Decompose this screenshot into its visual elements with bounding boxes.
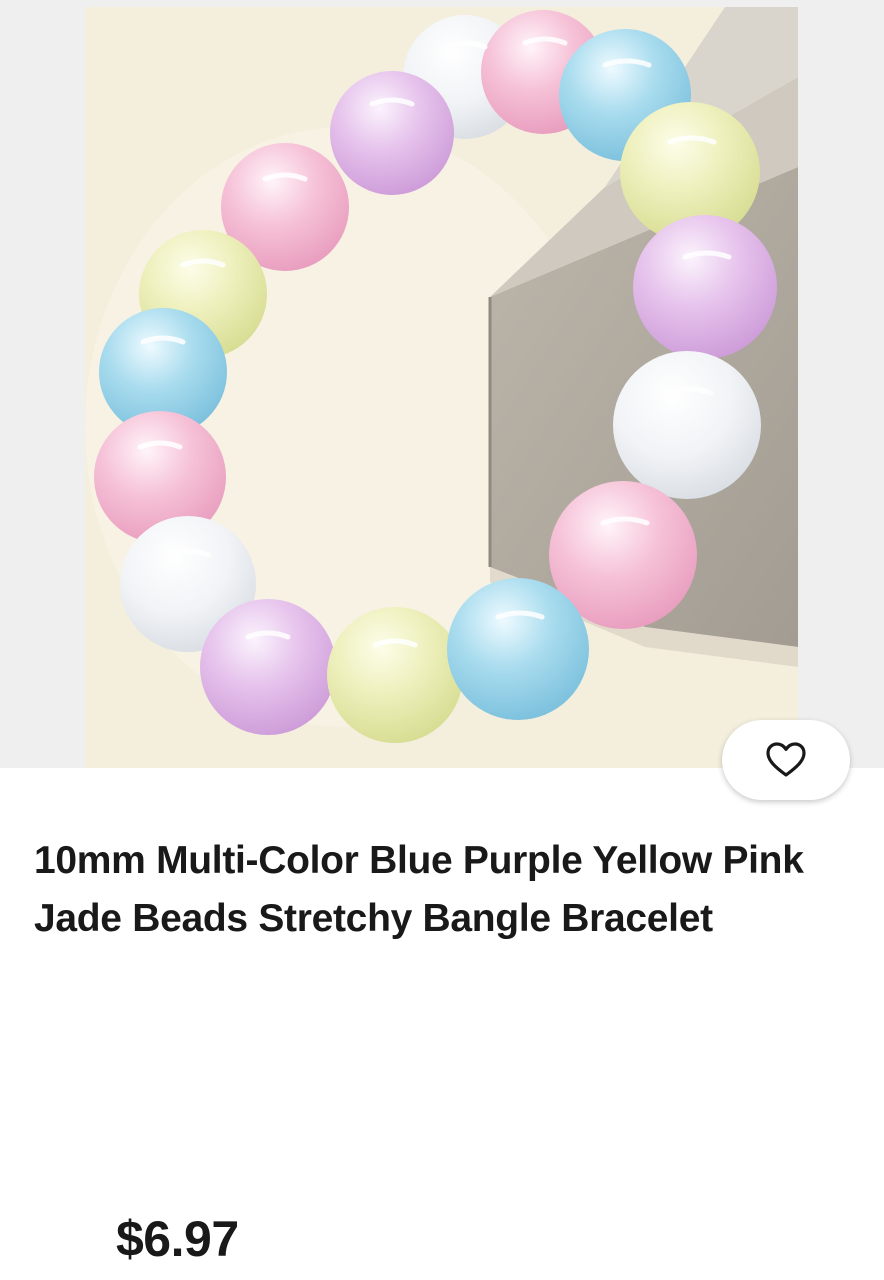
listing-title: 10mm Multi-Color Blue Purple Yellow Pink… xyxy=(34,839,804,940)
product-image-gallery[interactable] xyxy=(0,0,884,800)
bracelet-illustration xyxy=(85,7,798,768)
favorite-button[interactable] xyxy=(722,720,850,800)
listing-price: $6.97 xyxy=(116,1211,239,1267)
product-photo[interactable] xyxy=(85,7,798,768)
heart-outline-icon xyxy=(766,742,806,777)
